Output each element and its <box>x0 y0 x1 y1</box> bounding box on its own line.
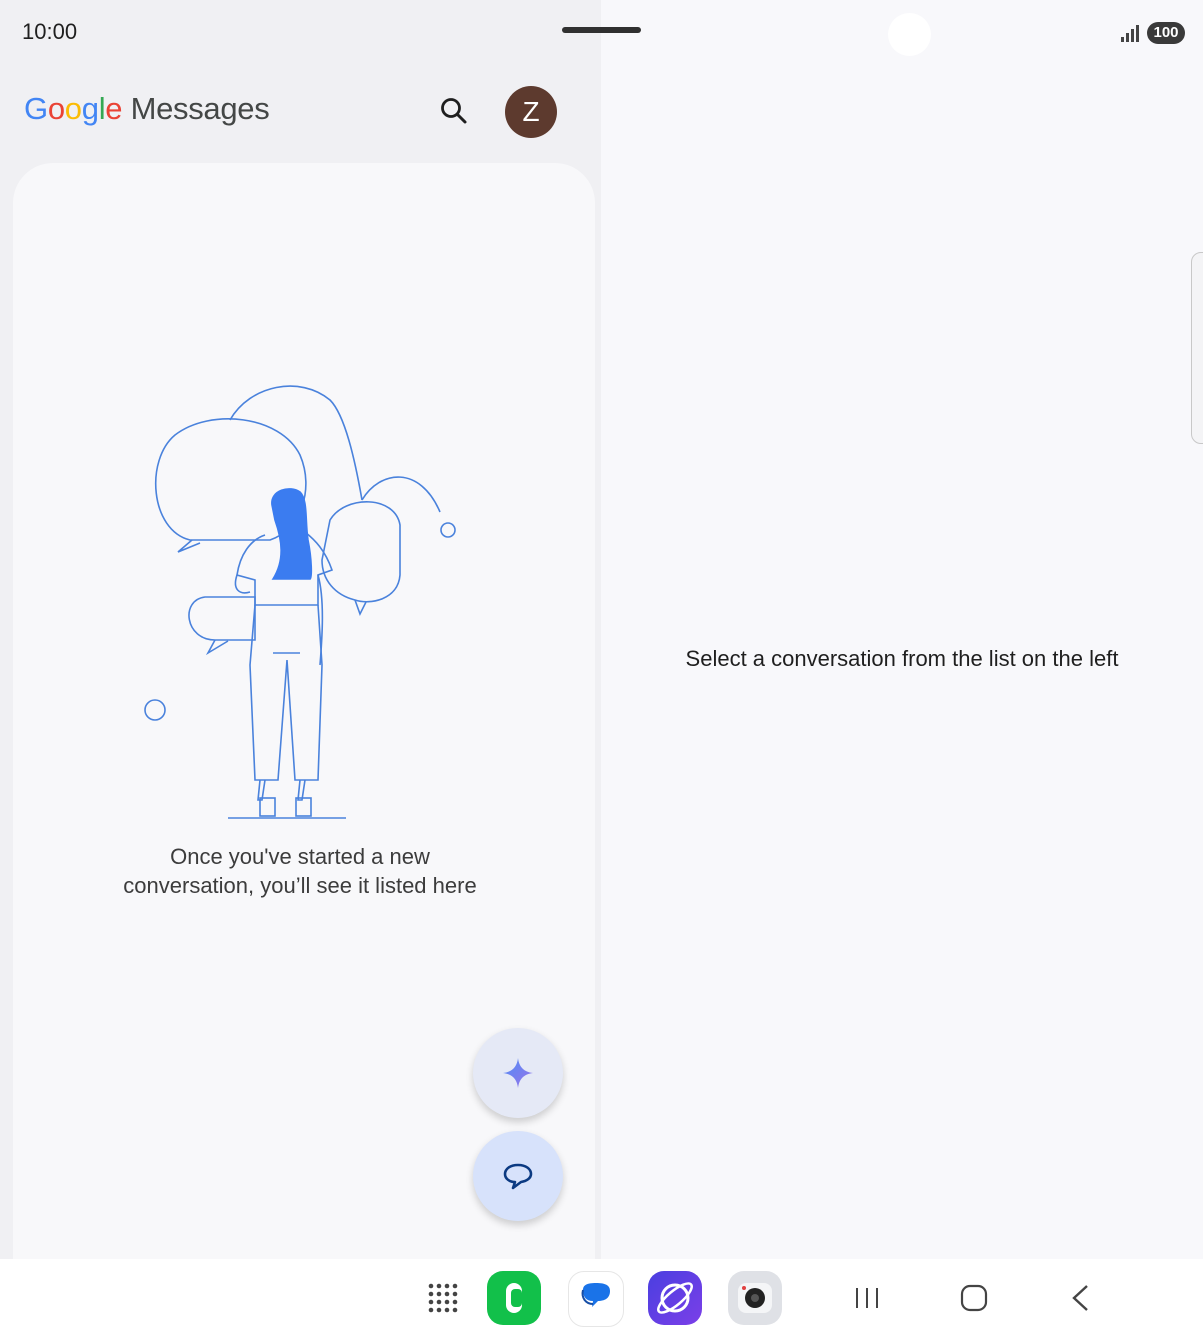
edge-panel-handle[interactable] <box>1191 252 1203 444</box>
app-logo: Google Messages <box>24 91 270 127</box>
back-icon[interactable] <box>1063 1280 1099 1316</box>
empty-state-line-1: Once you've started a new <box>170 844 430 869</box>
new-chat-icon <box>503 1163 533 1190</box>
message-bubble-icon <box>581 1283 610 1307</box>
account-avatar[interactable]: Z <box>505 86 557 138</box>
battery-indicator: 100 <box>1147 22 1185 44</box>
status-time: 10:00 <box>22 19 78 44</box>
phone-handset-icon <box>506 1283 522 1313</box>
select-conversation-hint: Select a conversation from the list on t… <box>685 646 1119 671</box>
camera-lens-icon <box>738 1283 772 1313</box>
logo-letter: g <box>81 91 99 126</box>
search-button[interactable] <box>430 88 476 134</box>
empty-state-line-2: conversation, you’ll see it listed here <box>123 873 477 898</box>
logo-letter: G <box>24 91 48 126</box>
empty-state-message: Once you've started a new conversation, … <box>60 842 540 900</box>
recents-icon[interactable] <box>849 1280 885 1316</box>
messages-app-icon[interactable] <box>568 1271 624 1327</box>
start-chat-button[interactable] <box>473 1131 563 1221</box>
camera-app-icon[interactable] <box>728 1271 782 1325</box>
logo-letter: e <box>105 91 123 126</box>
empty-state-illustration <box>144 385 456 819</box>
logo-messages-text: Messages <box>130 91 270 126</box>
logo-letter: o <box>47 91 65 126</box>
conversation-detail-pane <box>601 0 1203 1259</box>
logo-letter: o <box>64 91 82 126</box>
gemini-button[interactable] <box>473 1028 563 1118</box>
window-handle[interactable] <box>562 27 641 33</box>
phone-app-icon[interactable] <box>487 1271 541 1325</box>
internet-app-icon[interactable] <box>648 1271 702 1325</box>
camera-cutout <box>888 13 931 56</box>
search-icon <box>441 98 467 124</box>
gemini-sparkle-icon <box>503 1058 533 1088</box>
signal-icon <box>1121 25 1139 42</box>
home-icon[interactable] <box>956 1280 992 1316</box>
app-drawer-icon[interactable] <box>427 1282 459 1314</box>
planet-icon <box>657 1282 693 1314</box>
